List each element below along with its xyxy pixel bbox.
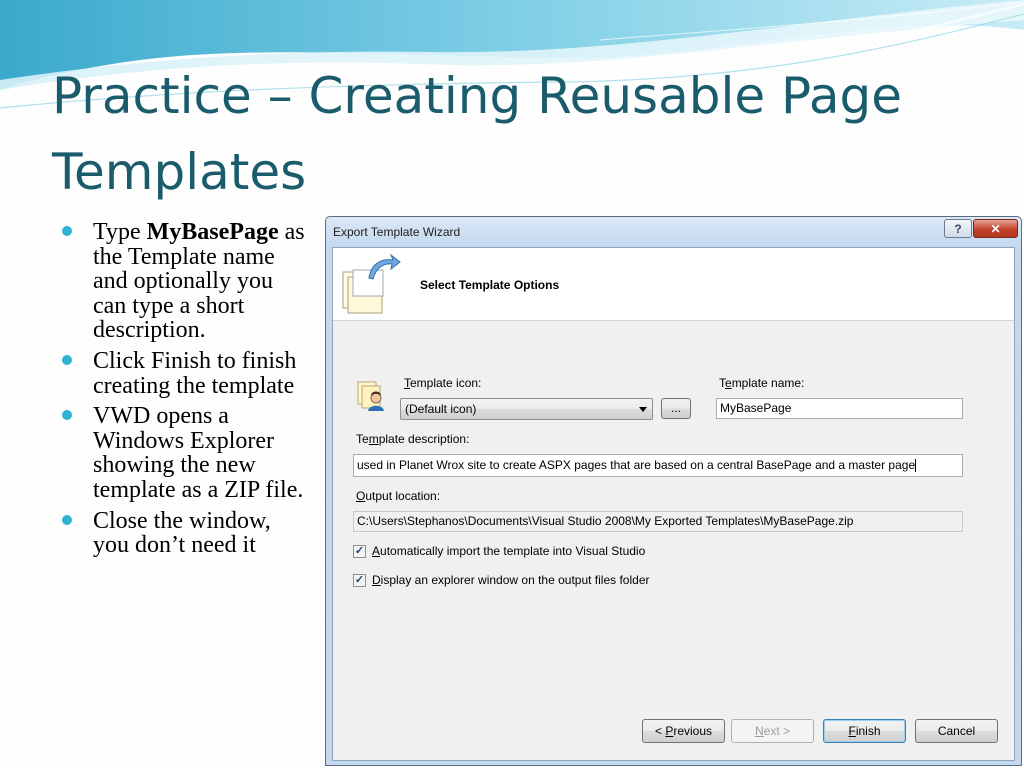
template-name-input[interactable]: MyBasePage [716, 398, 963, 419]
bullet-item: Close the window, you don’t need it [62, 508, 312, 558]
auto-import-checkbox[interactable]: ✓ [353, 545, 366, 558]
export-template-icon [342, 253, 401, 314]
bullet-icon [62, 410, 72, 421]
cancel-button[interactable]: Cancel [915, 719, 998, 743]
output-location-field: C:\Users\Stephanos\Documents\Visual Stud… [353, 511, 963, 532]
template-description-label: Template description: [356, 432, 470, 446]
help-button[interactable]: ? [944, 219, 972, 238]
chevron-down-icon [639, 407, 647, 412]
finish-button[interactable]: Finish [823, 719, 906, 743]
template-icon-label: Template icon: [404, 376, 482, 390]
dialog-title: Export Template Wizard [333, 225, 461, 239]
export-template-wizard-dialog: Export Template Wizard ? ✕ Select Templa… [325, 216, 1022, 766]
bullet-list: Type MyBasePage as the Template name and… [62, 220, 312, 564]
slide-title: Practice – Creating Reusable Page Templa… [52, 67, 903, 201]
bullet-item: VWD opens a Windows Explorer showing the… [62, 404, 312, 502]
next-button[interactable]: Next > [731, 719, 814, 743]
bullet-icon [62, 514, 72, 525]
output-location-label: Output location: [356, 489, 441, 503]
wizard-header: Select Template Options [333, 248, 1014, 321]
auto-import-label[interactable]: Automatically import the template into V… [372, 544, 645, 558]
display-explorer-label[interactable]: Display an explorer window on the output… [372, 573, 650, 587]
wizard-step-title: Select Template Options [420, 278, 560, 292]
close-button[interactable]: ✕ [973, 219, 1018, 238]
text-cursor [915, 459, 917, 473]
dialog-client-area: Select Template Options Template icon: (… [332, 247, 1015, 761]
bullet-icon [62, 226, 72, 236]
template-icon-dropdown[interactable]: (Default icon) [400, 398, 653, 420]
template-description-input[interactable]: used in Planet Wrox site to create ASPX … [353, 454, 963, 477]
bullet-icon [62, 354, 72, 365]
previous-button[interactable]: < Previous [642, 719, 725, 743]
display-explorer-checkbox[interactable]: ✓ [353, 574, 366, 587]
template-name-label: Template name: [719, 376, 805, 390]
dialog-titlebar[interactable]: Export Template Wizard ? ✕ [326, 217, 1021, 247]
bullet-item: Click Finish to finish creating the temp… [62, 349, 312, 398]
template-icon-preview [357, 381, 384, 411]
bullet-item: Type MyBasePage as the Template name and… [62, 220, 312, 343]
browse-icon-button[interactable]: ... [661, 398, 691, 419]
